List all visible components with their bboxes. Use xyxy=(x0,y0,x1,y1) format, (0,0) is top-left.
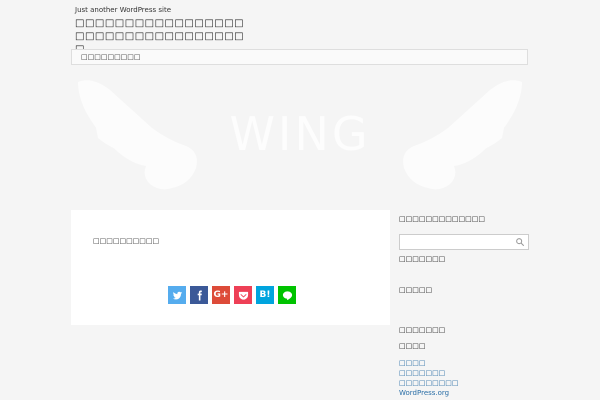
facebook-share-button[interactable] xyxy=(190,286,208,304)
twitter-icon xyxy=(172,291,182,299)
right-eagle-icon xyxy=(403,80,522,190)
recent-posts-heading: □□□□□□□ xyxy=(399,255,446,263)
hero-banner: WING xyxy=(0,68,600,208)
hero-brand-text: WING xyxy=(229,107,370,161)
tagline: Just another WordPress site xyxy=(75,6,172,14)
facebook-icon xyxy=(197,289,202,301)
meta-link-entries-feed[interactable]: □□□□□□□ xyxy=(399,369,445,377)
pocket-share-button[interactable] xyxy=(234,286,252,304)
search-icon[interactable] xyxy=(515,237,525,247)
meta-heading: □□□□ xyxy=(399,342,426,350)
main-content: □□□□□□□□□□ G+ B! xyxy=(71,210,390,325)
left-eagle-icon xyxy=(78,80,197,190)
categories-heading: □□□□□□□ xyxy=(399,326,446,334)
twitter-share-button[interactable] xyxy=(168,286,186,304)
pocket-icon xyxy=(238,291,248,300)
meta-link-login[interactable]: □□□□ xyxy=(399,359,425,367)
meta-link-comments-feed[interactable]: □□□□□□□□□ xyxy=(399,379,459,387)
line-icon xyxy=(282,290,292,300)
share-buttons: G+ B! xyxy=(168,286,296,304)
hatena-share-button[interactable]: B! xyxy=(256,286,274,304)
nav-item-home[interactable]: □□□□□□□□□ xyxy=(81,53,141,61)
sidebar-title: □□□□□□□□□□□□□ xyxy=(399,215,485,223)
search-input[interactable] xyxy=(399,234,529,250)
archives-heading: □□□□□ xyxy=(399,286,433,294)
hero-graphic: WING xyxy=(78,80,522,190)
google-plus-share-button[interactable]: G+ xyxy=(212,286,230,304)
line-share-button[interactable] xyxy=(278,286,296,304)
meta-link-wordpress-org[interactable]: WordPress.org xyxy=(399,389,449,397)
post-text: □□□□□□□□□□ xyxy=(93,237,160,245)
nav-bar: □□□□□□□□□ xyxy=(71,49,528,65)
